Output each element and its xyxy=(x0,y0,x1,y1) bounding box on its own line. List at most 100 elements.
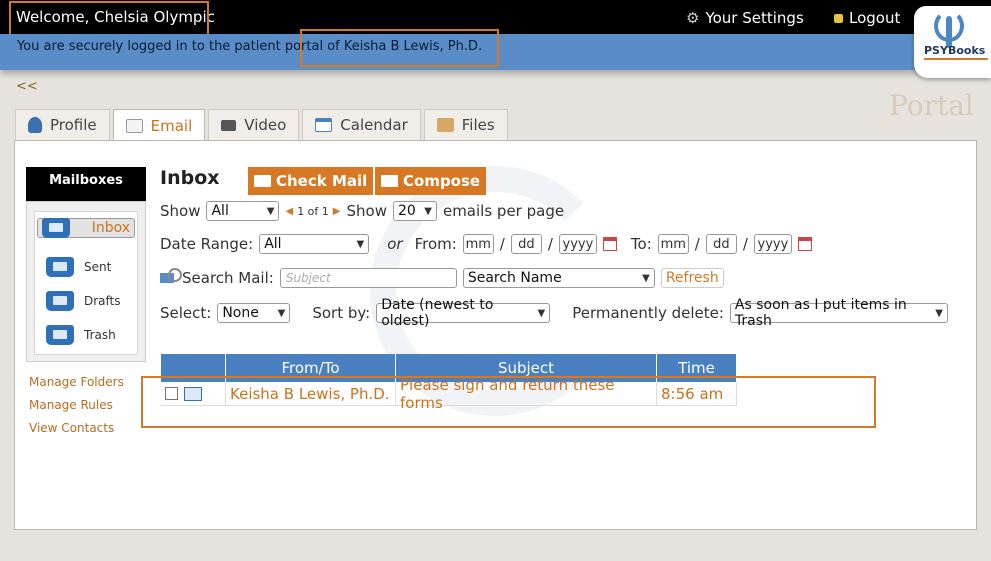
chevron-down-icon: ▼ xyxy=(356,238,365,250)
sort-select[interactable]: Date (newest to oldest) ▼ xyxy=(376,297,551,329)
tab-files-label: Files xyxy=(461,116,495,134)
select-dropdown[interactable]: None ▼ xyxy=(217,303,291,323)
tab-profile[interactable]: Profile xyxy=(15,109,110,140)
mailbox-sent-label: Sent xyxy=(84,260,112,274)
tab-files[interactable]: Files xyxy=(423,109,508,140)
person-icon xyxy=(28,117,42,133)
tab-email-label: Email xyxy=(150,117,193,135)
mailboxes-list: Inbox Sent Drafts Trash xyxy=(26,201,146,362)
or-label: or xyxy=(387,235,403,253)
pager-text: 1 of 1 xyxy=(297,204,329,218)
tab-calendar[interactable]: Calendar xyxy=(302,109,421,140)
back-link[interactable]: << xyxy=(16,79,38,94)
check-mail-button[interactable]: Check Mail xyxy=(248,167,374,195)
envelope-icon xyxy=(125,119,143,133)
search-scope-select[interactable]: Search Name ▼ xyxy=(462,268,655,288)
to-month-field[interactable]: mm xyxy=(657,234,689,254)
delete-select[interactable]: As soon as I put items in Trash ▼ xyxy=(729,297,948,329)
date-range-select[interactable]: All ▼ xyxy=(259,234,370,254)
mailboxes-inner: Inbox Sent Drafts Trash xyxy=(34,211,138,355)
sort-label: Sort by: xyxy=(312,304,371,322)
to-year-field[interactable]: yyyy xyxy=(753,234,792,254)
show-label-2: Show xyxy=(346,202,387,220)
manage-rules-link[interactable]: Manage Rules xyxy=(29,394,124,417)
inbox-folder-icon xyxy=(42,218,70,238)
next-page-icon[interactable]: ▶ xyxy=(333,206,341,217)
compose-label: Compose xyxy=(403,172,481,190)
trash-folder-icon xyxy=(46,325,74,345)
per-page-select[interactable]: 20 ▼ xyxy=(392,201,437,221)
per-page-suffix: emails per page xyxy=(442,202,565,220)
folder-icon xyxy=(436,118,454,132)
prev-page-icon[interactable]: ◀ xyxy=(285,206,293,217)
view-contacts-link[interactable]: View Contacts xyxy=(29,417,124,440)
date-separator: / xyxy=(499,235,505,253)
check-mail-label: Check Mail xyxy=(276,172,368,190)
mailbox-drafts-label: Drafts xyxy=(84,294,121,308)
logo-text: PSYBooks xyxy=(924,44,986,57)
delete-value: As soon as I put items in Trash xyxy=(734,297,907,329)
show-label: Show xyxy=(160,202,201,220)
tab-email[interactable]: Email xyxy=(112,109,206,142)
select-value: None xyxy=(222,305,259,321)
search-scope-value: Search Name xyxy=(467,270,562,286)
from-label: From: xyxy=(414,235,457,253)
search-mail-icon xyxy=(160,268,182,288)
psybooks-logo: PSYBooks xyxy=(914,6,991,78)
show-filter-select[interactable]: All ▼ xyxy=(206,201,280,221)
search-label: Search Mail: xyxy=(182,269,274,287)
mailbox-drafts[interactable]: Drafts xyxy=(37,286,135,316)
from-year-field[interactable]: yyyy xyxy=(558,234,597,254)
chevron-down-icon: ▼ xyxy=(424,205,432,217)
portal-watermark: Portal xyxy=(889,89,974,122)
sent-folder-icon xyxy=(46,257,74,277)
options-row: Select: None ▼ Sort by: Date (newest to … xyxy=(160,297,948,329)
email-panel: Mailboxes Inbox Sent Drafts Trash Manage… xyxy=(14,140,977,530)
calendar-icon[interactable] xyxy=(602,237,617,251)
manage-folders-link[interactable]: Manage Folders xyxy=(29,371,124,394)
calendar-icon xyxy=(315,118,333,132)
tab-video[interactable]: Video xyxy=(208,109,300,140)
compose-button[interactable]: Compose xyxy=(375,167,487,195)
date-separator: / xyxy=(694,235,700,253)
logout-link[interactable]: Logout xyxy=(834,9,900,27)
date-separator: / xyxy=(547,235,553,253)
pager: ◀ 1 of 1 ▶ xyxy=(285,205,340,218)
show-filter-value: All xyxy=(211,203,229,219)
gear-icon: ⚙ xyxy=(686,9,700,27)
show-row: Show All ▼ ◀ 1 of 1 ▶ Show 20 ▼ emails p… xyxy=(160,201,564,221)
chevron-down-icon: ▼ xyxy=(642,272,650,284)
chevron-down-icon: ▼ xyxy=(277,307,286,319)
to-day-field[interactable]: dd xyxy=(705,234,737,254)
refresh-button[interactable]: Refresh xyxy=(660,268,724,288)
settings-label: Your Settings xyxy=(705,9,804,27)
delete-label: Permanently delete: xyxy=(572,304,724,322)
tab-profile-label: Profile xyxy=(50,116,97,134)
page-title: Inbox xyxy=(160,167,220,189)
compose-icon xyxy=(381,175,398,187)
chevron-down-icon: ▼ xyxy=(266,205,275,217)
calendar-icon[interactable] xyxy=(797,237,812,251)
tab-video-label: Video xyxy=(244,116,287,134)
mailbox-inbox[interactable]: Inbox xyxy=(37,218,135,238)
date-range-row: Date Range: All ▼ or From: mm / dd / yyy… xyxy=(160,234,812,254)
logo-underline xyxy=(924,58,988,60)
per-page-value: 20 xyxy=(397,203,416,219)
mailbox-trash[interactable]: Trash xyxy=(37,320,135,350)
date-separator: / xyxy=(742,235,748,253)
from-day-field[interactable]: dd xyxy=(510,234,542,254)
chevron-down-icon: ▼ xyxy=(935,307,943,319)
mailbox-trash-label: Trash xyxy=(84,328,116,342)
camera-icon xyxy=(221,119,237,131)
mailbox-inbox-label: Inbox xyxy=(91,220,130,236)
settings-link[interactable]: ⚙ Your Settings xyxy=(686,9,804,27)
highlight-message-row xyxy=(141,376,876,428)
search-row: Search Mail: Subject Search Name ▼ Refre… xyxy=(160,268,724,288)
sidebar-links: Manage Folders Manage Rules View Contact… xyxy=(29,371,124,440)
search-input[interactable]: Subject xyxy=(279,268,457,288)
select-label: Select: xyxy=(160,304,212,322)
drafts-folder-icon xyxy=(46,291,74,311)
from-month-field[interactable]: mm xyxy=(462,234,494,254)
lock-icon xyxy=(834,13,843,23)
mailbox-sent[interactable]: Sent xyxy=(37,252,135,282)
